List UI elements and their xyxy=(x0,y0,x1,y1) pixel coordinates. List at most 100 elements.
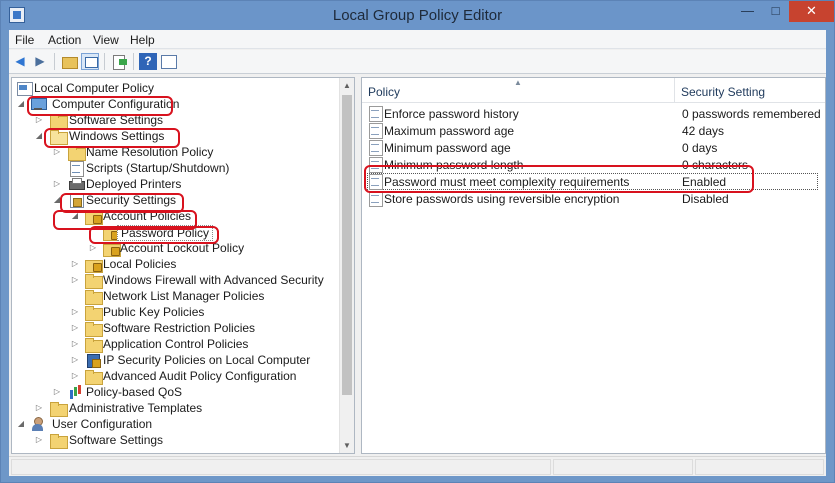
tree-node-label: Scripts (Startup/Shutdown) xyxy=(86,161,230,175)
policy-name: Minimum password length xyxy=(384,158,524,172)
tree-node-label: Software Settings xyxy=(69,113,164,127)
tree-node-label: Local Policies xyxy=(103,257,177,271)
collapse-triangle-icon[interactable]: ◢ xyxy=(52,194,62,206)
tree-node-label: Deployed Printers xyxy=(86,177,182,191)
folder-icon xyxy=(85,337,103,353)
tree-node-label: Software Restriction Policies xyxy=(103,321,256,335)
computer-icon xyxy=(30,97,47,111)
menu-file[interactable]: File xyxy=(15,33,34,47)
expand-triangle-icon[interactable]: ▷ xyxy=(70,354,80,366)
folder-icon xyxy=(50,401,68,417)
expand-triangle-icon[interactable]: ▷ xyxy=(70,274,80,286)
column-header-policy[interactable]: Policy ▲ xyxy=(362,78,675,103)
tree-node-label: Public Key Policies xyxy=(103,305,205,319)
policy-setting-value: 0 passwords remembered xyxy=(682,107,821,121)
tree-node-label: Windows Settings xyxy=(69,129,165,143)
tree-node-label: Network List Manager Policies xyxy=(103,289,265,303)
title-bar[interactable]: Local Group Policy Editor — □ ✕ xyxy=(1,1,834,30)
policy-row-password-complexity[interactable]: Password must meet complexity requiremen… xyxy=(367,173,818,190)
tree-node-label: Security Settings xyxy=(86,193,177,207)
policy-name: Maximum password age xyxy=(384,124,515,138)
tree-node-label: Local Computer Policy xyxy=(34,81,155,95)
scrollbar-thumb[interactable] xyxy=(342,95,352,395)
console-tree[interactable]: Local Computer Policy ◢ Computer Configu… xyxy=(11,77,355,454)
locked-folder-icon xyxy=(85,257,103,273)
tree-node-label: Application Control Policies xyxy=(103,337,249,351)
show-hide-tree-icon[interactable] xyxy=(81,53,99,70)
column-header-security-setting[interactable]: Security Setting xyxy=(675,78,825,103)
policy-document-icon xyxy=(16,81,33,96)
tree-node-label: Account Policies xyxy=(103,209,192,223)
collapse-triangle-icon[interactable]: ◢ xyxy=(34,130,44,142)
bar-chart-icon xyxy=(68,385,84,399)
policy-name: Store passwords using reversible encrypt… xyxy=(384,192,620,206)
tree-node-label: Password Policy xyxy=(117,225,214,241)
column-header-label: Policy xyxy=(368,85,401,99)
policy-setting-value: Disabled xyxy=(682,192,729,206)
folder-icon xyxy=(68,145,86,161)
menu-action[interactable]: Action xyxy=(48,33,81,47)
expand-triangle-icon[interactable]: ▷ xyxy=(52,178,62,190)
policy-row-enforce-password-history[interactable]: Enforce password history 0 passwords rem… xyxy=(362,105,825,122)
help-icon[interactable]: ? xyxy=(139,53,157,70)
tree-node-label: Advanced Audit Policy Configuration xyxy=(103,369,297,383)
toolbar-separator xyxy=(54,53,55,70)
open-folder-icon xyxy=(50,129,68,145)
policy-setting-value: Enabled xyxy=(682,175,727,189)
tree-node-label: Name Resolution Policy xyxy=(86,145,214,159)
tree-node-label: User Configuration xyxy=(52,417,153,431)
folder-icon xyxy=(85,321,103,337)
expand-triangle-icon[interactable]: ▷ xyxy=(70,338,80,350)
expand-triangle-icon[interactable]: ▷ xyxy=(52,146,62,158)
tree-node-label: Administrative Templates xyxy=(69,401,203,415)
collapse-triangle-icon[interactable]: ◢ xyxy=(70,210,80,222)
expand-triangle-icon[interactable]: ▷ xyxy=(34,402,44,414)
expand-triangle-icon[interactable]: ▷ xyxy=(70,258,80,270)
menu-view[interactable]: View xyxy=(93,33,119,47)
expand-triangle-icon[interactable]: ▷ xyxy=(88,242,98,254)
folder-icon xyxy=(85,273,103,289)
maximize-button[interactable]: □ xyxy=(763,1,788,22)
expand-triangle-icon[interactable]: ▷ xyxy=(70,322,80,334)
export-list-icon[interactable] xyxy=(110,53,128,70)
menu-help[interactable]: Help xyxy=(130,33,155,47)
collapse-triangle-icon[interactable]: ◢ xyxy=(16,418,26,430)
back-arrow-icon[interactable]: ◀ xyxy=(11,53,29,70)
policy-setting-value: 0 days xyxy=(682,141,718,155)
scroll-down-arrow-icon[interactable]: ▼ xyxy=(340,438,354,453)
toolbar-separator xyxy=(133,53,134,70)
scroll-up-arrow-icon[interactable]: ▲ xyxy=(340,78,354,93)
status-segment xyxy=(695,459,824,475)
policy-row-store-passwords-reversible[interactable]: Store passwords using reversible encrypt… xyxy=(362,190,825,207)
user-icon xyxy=(30,417,46,431)
expand-triangle-icon[interactable]: ▷ xyxy=(34,434,44,446)
collapse-triangle-icon[interactable]: ◢ xyxy=(16,98,26,110)
policy-row-minimum-password-age[interactable]: Minimum password age 0 days xyxy=(362,139,825,156)
policy-row-maximum-password-age[interactable]: Maximum password age 42 days xyxy=(362,122,825,139)
up-folder-icon[interactable] xyxy=(60,53,78,70)
expand-triangle-icon[interactable]: ▷ xyxy=(52,386,62,398)
ip-security-icon xyxy=(85,353,101,368)
locked-folder-icon xyxy=(103,241,121,257)
policy-setting-icon xyxy=(368,191,383,207)
policy-list-pane[interactable]: Policy ▲ Security Setting Enforce passwo… xyxy=(361,77,826,454)
menu-bar: File Action View Help xyxy=(9,30,826,49)
expand-triangle-icon[interactable]: ▷ xyxy=(70,370,80,382)
forward-arrow-icon[interactable]: ▶ xyxy=(31,53,49,70)
expand-triangle-icon[interactable]: ▷ xyxy=(34,114,44,126)
folder-icon xyxy=(85,305,103,321)
policy-row-minimum-password-length[interactable]: Minimum password length 0 characters xyxy=(362,156,825,173)
properties-icon[interactable] xyxy=(159,53,177,70)
column-header-label: Security Setting xyxy=(681,85,766,99)
close-button[interactable]: ✕ xyxy=(789,1,834,22)
status-bar xyxy=(9,456,826,476)
toolbar: ◀ ▶ ? xyxy=(9,50,826,74)
folder-icon xyxy=(50,113,68,129)
minimize-button[interactable]: — xyxy=(734,1,761,22)
tree-node-label: Computer Configuration xyxy=(52,97,180,111)
tree-vertical-scrollbar[interactable]: ▲ ▼ xyxy=(339,78,354,453)
tree-node-label: Software Settings xyxy=(69,433,164,447)
policy-setting-icon xyxy=(368,174,383,190)
expand-triangle-icon[interactable]: ▷ xyxy=(70,306,80,318)
policy-setting-icon xyxy=(368,106,383,122)
